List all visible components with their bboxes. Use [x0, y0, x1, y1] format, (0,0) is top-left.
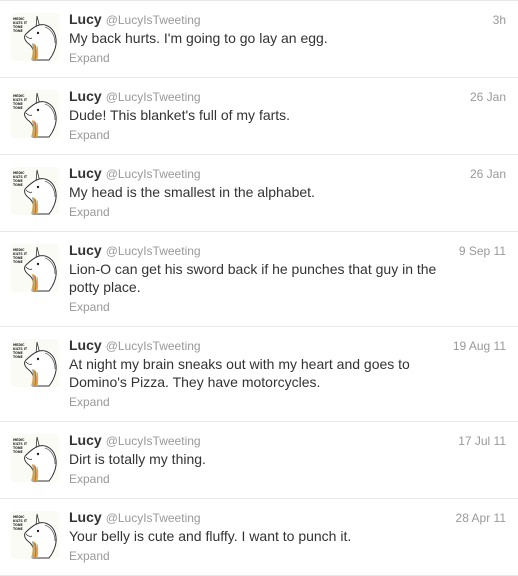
tweet-text: Your belly is cute and fluffy. I want to…: [69, 528, 352, 544]
tweet-item[interactable]: MEDIC KILTS IT TONE TONE Lucy @LucyIsTwe…: [0, 78, 518, 155]
expand-link[interactable]: Expand: [69, 127, 110, 143]
tweet-timestamp[interactable]: 3h: [493, 11, 506, 29]
unicorn-avatar-icon[interactable]: MEDIC KILTS IT TONE TONE: [11, 13, 59, 61]
unicorn-avatar-icon[interactable]: MEDIC KILTS IT TONE TONE: [11, 434, 59, 482]
tweet-header: Lucy @LucyIsTweeting 19 Aug 11: [69, 336, 506, 354]
tweet-timestamp[interactable]: 26 Jan: [470, 165, 506, 183]
tweet-author-handle[interactable]: @LucyIsTweeting: [106, 88, 201, 106]
tweet-author-handle[interactable]: @LucyIsTweeting: [106, 337, 201, 355]
tweet-author-handle[interactable]: @LucyIsTweeting: [106, 242, 201, 260]
tweet-item[interactable]: MEDIC KILTS IT TONE TONE Lucy @LucyIsTwe…: [0, 422, 518, 499]
tweet-timeline: MEDIC KILTS IT TONE TONE Lucy @LucyIsTwe…: [0, 0, 518, 576]
tweet-item[interactable]: MEDIC KILTS IT TONE TONE Lucy @LucyIsTwe…: [0, 499, 518, 576]
tweet-text: Dirt is totally my thing.: [69, 451, 206, 467]
svg-text:TONE: TONE: [13, 527, 23, 531]
tweet-header: Lucy @LucyIsTweeting 9 Sep 11: [69, 241, 506, 259]
expand-link[interactable]: Expand: [69, 204, 110, 220]
tweet-header: Lucy @LucyIsTweeting 3h: [69, 10, 506, 28]
tweet-author-name[interactable]: Lucy: [69, 431, 102, 449]
tweet-author-name[interactable]: Lucy: [69, 241, 102, 259]
expand-link[interactable]: Expand: [69, 299, 110, 315]
tweet-timestamp[interactable]: 9 Sep 11: [459, 242, 506, 260]
tweet-text: My head is the smallest in the alphabet.: [69, 184, 315, 200]
tweet-timestamp[interactable]: 19 Aug 11: [453, 337, 506, 355]
tweet-author-name[interactable]: Lucy: [69, 336, 102, 354]
tweet-author-handle[interactable]: @LucyIsTweeting: [106, 509, 201, 527]
tweet-author-name[interactable]: Lucy: [69, 10, 102, 28]
tweet-header: Lucy @LucyIsTweeting 17 Jul 11: [69, 431, 506, 449]
tweet-header: Lucy @LucyIsTweeting 28 Apr 11: [69, 508, 506, 526]
tweet-author-name[interactable]: Lucy: [69, 508, 102, 526]
tweet-timestamp[interactable]: 26 Jan: [470, 88, 506, 106]
tweet-author-name[interactable]: Lucy: [69, 164, 102, 182]
tweet-item[interactable]: MEDIC KILTS IT TONE TONE Lucy @LucyIsTwe…: [0, 232, 518, 327]
tweet-author-name[interactable]: Lucy: [69, 87, 102, 105]
unicorn-avatar-icon[interactable]: MEDIC KILTS IT TONE TONE: [11, 90, 59, 138]
svg-text:TONE: TONE: [13, 29, 23, 33]
tweet-timestamp[interactable]: 28 Apr 11: [456, 509, 506, 527]
svg-text:TONE: TONE: [13, 183, 23, 187]
tweet-header: Lucy @LucyIsTweeting 26 Jan: [69, 87, 506, 105]
svg-text:TONE: TONE: [13, 260, 23, 264]
expand-link[interactable]: Expand: [69, 50, 110, 66]
unicorn-avatar-icon[interactable]: MEDIC KILTS IT TONE TONE: [11, 339, 59, 387]
tweet-text: My back hurts. I'm going to go lay an eg…: [69, 30, 328, 46]
svg-text:TONE: TONE: [13, 450, 23, 454]
svg-text:TONE: TONE: [13, 355, 23, 359]
tweet-item[interactable]: MEDIC KILTS IT TONE TONE Lucy @LucyIsTwe…: [0, 155, 518, 232]
tweet-author-handle[interactable]: @LucyIsTweeting: [106, 432, 201, 450]
tweet-text: Lion-O can get his sword back if he punc…: [69, 261, 437, 295]
unicorn-avatar-icon[interactable]: MEDIC KILTS IT TONE TONE: [11, 167, 59, 215]
unicorn-avatar-icon[interactable]: MEDIC KILTS IT TONE TONE: [11, 511, 59, 559]
expand-link[interactable]: Expand: [69, 471, 110, 487]
tweet-text: At night my brain sneaks out with my hea…: [69, 356, 410, 390]
unicorn-avatar-icon[interactable]: MEDIC KILTS IT TONE TONE: [11, 244, 59, 292]
tweet-author-handle[interactable]: @LucyIsTweeting: [106, 11, 201, 29]
expand-link[interactable]: Expand: [69, 394, 110, 410]
tweet-text: Dude! This blanket's full of my farts.: [69, 107, 291, 123]
tweet-item[interactable]: MEDIC KILTS IT TONE TONE Lucy @LucyIsTwe…: [0, 327, 518, 422]
tweet-item[interactable]: MEDIC KILTS IT TONE TONE Lucy @LucyIsTwe…: [0, 0, 518, 78]
tweet-timestamp[interactable]: 17 Jul 11: [458, 432, 506, 450]
svg-text:TONE: TONE: [13, 106, 23, 110]
tweet-header: Lucy @LucyIsTweeting 26 Jan: [69, 164, 506, 182]
tweet-author-handle[interactable]: @LucyIsTweeting: [106, 165, 201, 183]
